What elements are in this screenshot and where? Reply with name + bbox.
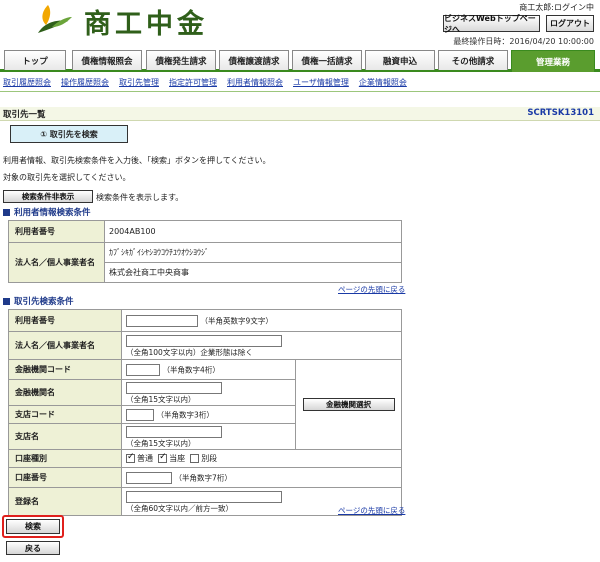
account-type-label: 口座種別: [8, 449, 122, 468]
section-square-icon: [3, 208, 10, 216]
branch-name-hint: （全角15文字以内）: [126, 438, 196, 448]
branch-name-label: 支店名: [8, 423, 122, 450]
bank-logo-icon: [38, 5, 72, 33]
user-status: 商工太郎:ログイン中: [519, 3, 594, 12]
subnav-partner-management[interactable]: 取引先管理: [119, 77, 159, 88]
back-to-top-link-1[interactable]: ページの先頭に戻る: [338, 284, 405, 295]
bank-name-hint: （全角15文字以内）: [126, 394, 196, 404]
subnav-company-info[interactable]: 企業情報照会: [359, 77, 407, 88]
user-info-section-title: 利用者情報検索条件: [3, 206, 91, 218]
bank-name: 商工中金: [84, 8, 208, 40]
search-button[interactable]: 検索: [6, 519, 60, 534]
page-title-bar: 取引先一覧 SCRTSK13101: [0, 107, 600, 121]
branch-code-label: 支店コード: [8, 405, 122, 424]
section-square-icon: [3, 297, 10, 305]
subnav-user-info[interactable]: 利用者情報照会: [227, 77, 283, 88]
search-section-label: 取引先検索条件: [14, 297, 74, 307]
toggle-note: 検索条件を表示します。: [96, 193, 184, 202]
user-info-table: 利用者番号 2004AB100 法人名／個人事業者名 ｶﾌﾞｼｷｶﾞｲｼﾔｼﾖｳ…: [8, 220, 402, 283]
account-type-ordinary-checkbox[interactable]: [126, 452, 135, 463]
registered-name-hint: （全角60文字以内／前方一致）: [126, 504, 234, 513]
account-type-current-label: 当座: [169, 454, 186, 463]
account-no-input[interactable]: [126, 471, 172, 484]
tab-top[interactable]: トップ: [4, 50, 66, 70]
logout-button[interactable]: ログアウト: [546, 15, 594, 32]
search-user-no-label: 利用者番号: [8, 309, 122, 332]
tab-loan-application[interactable]: 融資申込: [365, 50, 435, 70]
account-type-special-checkbox[interactable]: [190, 454, 200, 463]
toggle-conditions-button[interactable]: 検索条件非表示: [3, 190, 93, 203]
subnav-transaction-history[interactable]: 取引履歴照会: [3, 77, 51, 88]
bank-code-input[interactable]: [126, 363, 160, 376]
bank-code-label: 金融機関コード: [8, 359, 122, 380]
account-no-hint: （半角数字7桁）: [174, 473, 232, 482]
corp-name-kana: ｶﾌﾞｼｷｶﾞｲｼﾔｼﾖｳｺｳﾁﾕｳｵｳｼﾖｳｼﾞ: [104, 242, 402, 263]
tab-management[interactable]: 管理業務: [511, 50, 595, 72]
account-type-current-checkbox[interactable]: [158, 452, 168, 463]
branch-code-hint: （半角数字3桁）: [156, 410, 214, 419]
subnav-permission-management[interactable]: 指定許可管理: [169, 77, 217, 88]
user-no-label: 利用者番号: [8, 220, 105, 243]
step-indicator: ① 取引先を検索: [10, 125, 128, 143]
business-web-top-button[interactable]: ビジネスWebトップページへ: [443, 14, 540, 34]
user-no-value: 2004AB100: [104, 220, 402, 243]
branch-code-input[interactable]: [126, 408, 154, 421]
tab-claim-bulk[interactable]: 債権一括請求: [292, 50, 362, 70]
instruction-text-1: 利用者情報、取引先検索条件を入力後、「検索」ボタンを押してください。: [3, 156, 271, 165]
bank-code-hint: （半角数字4桁）: [162, 365, 220, 374]
tab-other-request[interactable]: その他請求: [438, 50, 508, 70]
corp-name-value: 株式会社商工中央商事: [104, 262, 402, 283]
branch-name-input[interactable]: [126, 425, 222, 438]
bank-select-button[interactable]: 金融機関選択: [302, 398, 395, 411]
search-user-no-input[interactable]: [126, 314, 198, 327]
account-no-label: 口座番号: [8, 467, 122, 488]
main-tabs: トップ 債権情報照会 債権発生請求 債権譲渡請求 債権一括請求 融資申込 その他…: [0, 50, 600, 72]
search-user-no-hint: （半角英数字9文字）: [200, 316, 273, 325]
registered-name-label: 登録名: [8, 487, 122, 516]
bank-name-label: 金融機関名: [8, 379, 122, 406]
search-corp-name-hint: （全角100文字以内）企業形態は除く: [126, 348, 253, 357]
back-to-top-link-2[interactable]: ページの先頭に戻る: [338, 505, 405, 516]
screen-id: SCRTSK13101: [527, 108, 594, 118]
user-info-section-label: 利用者情報検索条件: [14, 208, 91, 218]
subnav-operation-history[interactable]: 操作履歴照会: [61, 77, 109, 88]
last-operation-time: 最終操作日時：2016/04/20 10:00:00: [453, 37, 594, 46]
search-corp-name-label: 法人名／個人事業者名: [8, 331, 122, 360]
account-type-ordinary-label: 普通: [137, 454, 153, 463]
search-corp-name-input[interactable]: [126, 335, 282, 347]
registered-name-input[interactable]: [126, 491, 282, 503]
sub-navigation: 取引履歴照会 操作履歴照会 取引先管理 指定許可管理 利用者情報照会 ユーザ情報…: [0, 74, 600, 92]
search-conditions-table: 利用者番号 （半角英数字9文字） 法人名／個人事業者名 （全角100文字以内）企…: [8, 309, 402, 516]
back-button[interactable]: 戻る: [6, 541, 60, 555]
instruction-text-2: 対象の取引先を選択してください。: [3, 173, 131, 182]
tab-claim-issue[interactable]: 債権発生請求: [146, 50, 216, 70]
search-section-title: 取引先検索条件: [3, 295, 74, 307]
corp-name-label: 法人名／個人事業者名: [8, 242, 105, 283]
subnav-user-management[interactable]: ユーザ情報管理: [293, 77, 349, 88]
tab-claim-transfer[interactable]: 債権譲渡請求: [219, 50, 289, 70]
page-title: 取引先一覧: [3, 110, 46, 120]
bank-name-input[interactable]: [126, 381, 222, 394]
logo: 商工中金: [34, 4, 208, 40]
account-type-special-label: 別段: [201, 454, 218, 463]
tab-claim-inquiry[interactable]: 債権情報照会: [72, 50, 142, 70]
header: 商工中金 商工太郎:ログイン中 ビジネスWebトップページへ ログアウト 最終操…: [0, 0, 600, 48]
